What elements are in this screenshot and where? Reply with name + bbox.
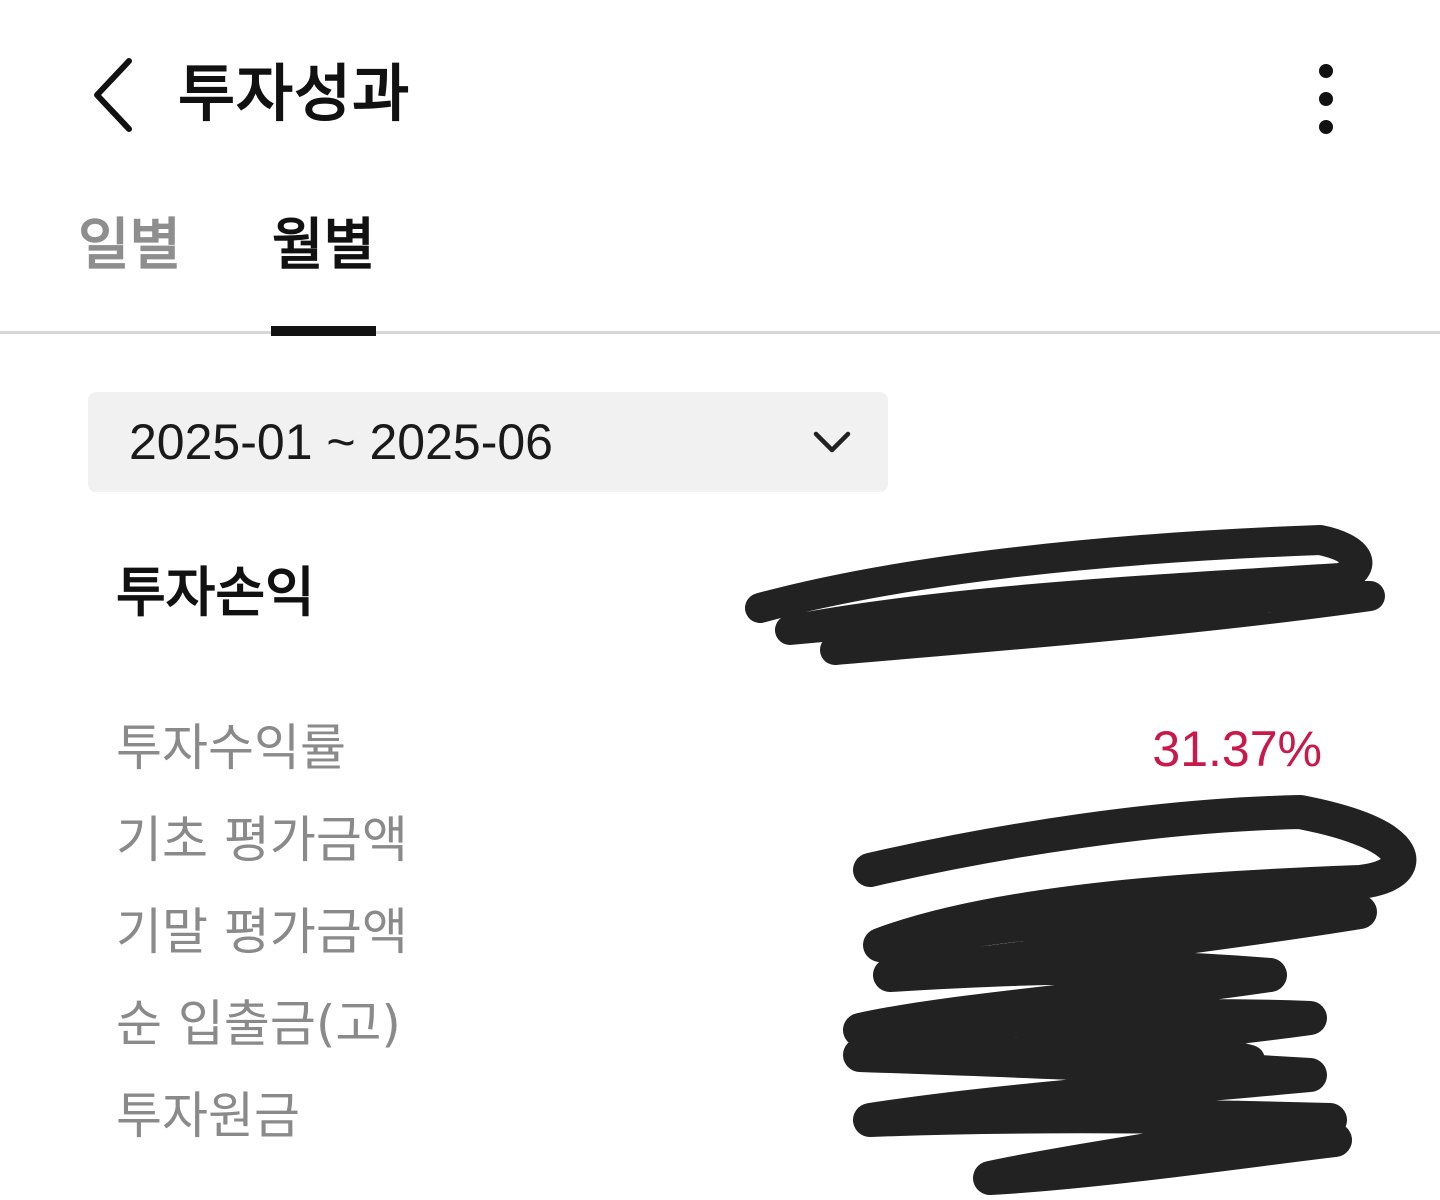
investment-performance-screen: 투자성과 일별 월별 2025-01 ~ 2025-06 투자손익 투자수익률 … bbox=[0, 0, 1440, 1200]
redaction-scribble bbox=[745, 525, 1417, 1195]
